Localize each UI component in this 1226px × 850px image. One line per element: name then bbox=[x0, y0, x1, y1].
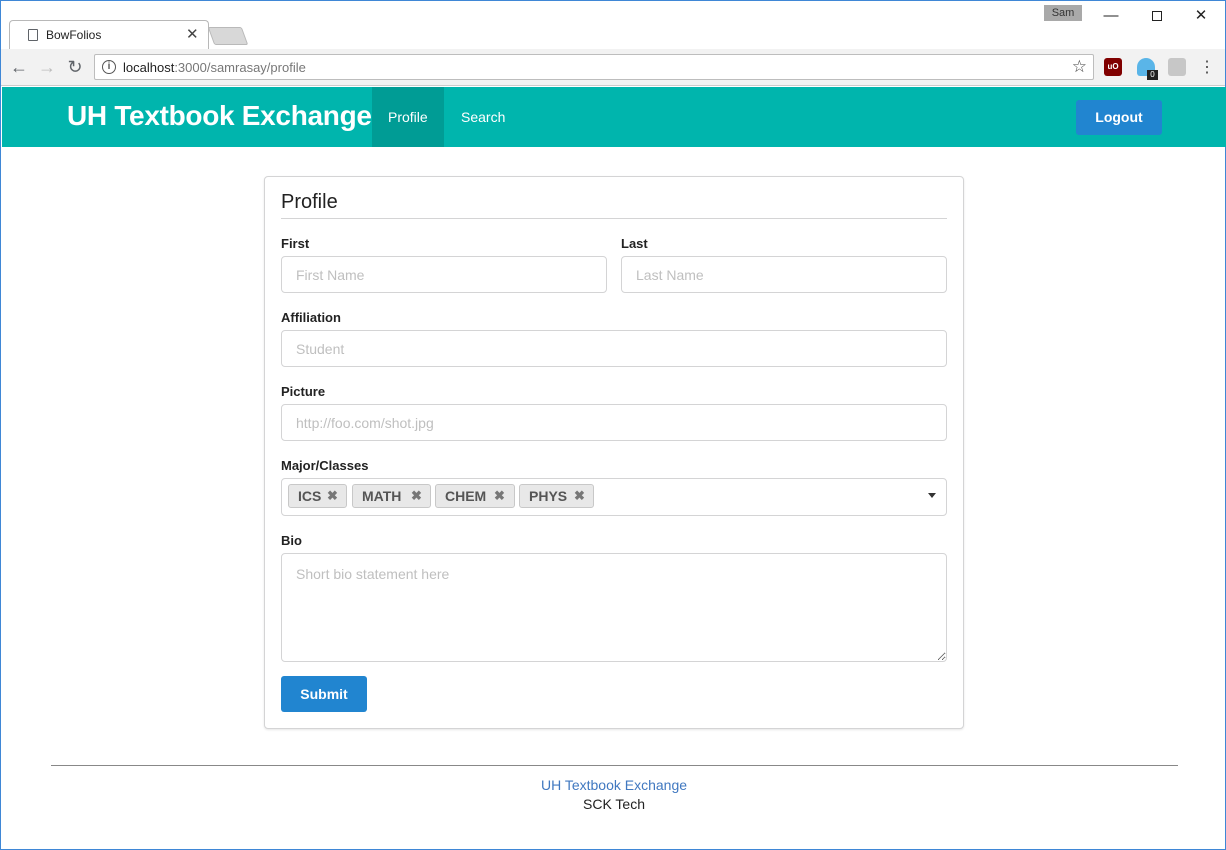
browser-profile-badge[interactable]: Sam bbox=[1044, 5, 1082, 21]
ublock-extension-icon[interactable]: uO bbox=[1104, 58, 1122, 76]
url-text: localhost:3000/samrasay/profile bbox=[123, 60, 306, 75]
app-navbar: UH Textbook Exchange Profile Search Logo… bbox=[2, 87, 1226, 147]
extension-badge-count: 0 bbox=[1147, 70, 1158, 80]
extension-icon[interactable] bbox=[1168, 58, 1186, 76]
affiliation-input[interactable] bbox=[281, 330, 947, 367]
major-chip-label: CHEM bbox=[445, 488, 487, 504]
address-bar[interactable]: i localhost:3000/samrasay/profile ☆ bbox=[94, 54, 1094, 80]
profile-form-card: Profile First Last Affiliation Picture M… bbox=[264, 176, 964, 729]
maximize-button[interactable] bbox=[1137, 4, 1177, 28]
url-host: localhost bbox=[123, 60, 175, 75]
url-path: :3000/samrasay/profile bbox=[174, 60, 306, 75]
footer-divider bbox=[51, 765, 1178, 766]
submit-button[interactable]: Submit bbox=[281, 676, 367, 712]
remove-chip-icon[interactable]: ✖ bbox=[327, 485, 338, 507]
info-icon[interactable]: i bbox=[102, 60, 116, 74]
tab-close-icon[interactable]: ✕ bbox=[186, 25, 199, 43]
picture-url-input[interactable] bbox=[281, 404, 947, 441]
footer-company: SCK Tech bbox=[583, 796, 645, 812]
bookmark-star-icon[interactable]: ☆ bbox=[1072, 57, 1087, 77]
brand-title[interactable]: UH Textbook Exchange bbox=[67, 100, 372, 132]
nav-item-profile[interactable]: Profile bbox=[372, 87, 444, 147]
first-name-label: First bbox=[281, 236, 310, 251]
nav-item-search[interactable]: Search bbox=[445, 87, 521, 147]
affiliation-label: Affiliation bbox=[281, 310, 341, 325]
browser-toolbar: ← → ↻ i localhost:3000/samrasay/profile … bbox=[1, 49, 1225, 86]
first-name-input[interactable] bbox=[281, 256, 607, 293]
majors-label: Major/Classes bbox=[281, 458, 369, 473]
logout-button[interactable]: Logout bbox=[1076, 100, 1162, 135]
major-chip[interactable]: ICS ✖ bbox=[288, 484, 347, 508]
bio-label: Bio bbox=[281, 533, 302, 548]
major-chip[interactable]: MATH ✖ bbox=[352, 484, 431, 508]
maximize-icon bbox=[1152, 11, 1162, 22]
major-chip-label: PHYS bbox=[529, 488, 568, 504]
new-tab-button[interactable] bbox=[207, 27, 249, 45]
form-title: Profile bbox=[281, 191, 338, 213]
dropdown-caret-icon[interactable] bbox=[928, 493, 936, 498]
page-icon bbox=[28, 29, 38, 41]
remove-chip-icon[interactable]: ✖ bbox=[411, 485, 422, 507]
title-divider bbox=[281, 218, 947, 219]
remove-chip-icon[interactable]: ✖ bbox=[574, 485, 585, 507]
browser-tab[interactable]: BowFolios ✕ bbox=[9, 20, 209, 49]
title-bar: BowFolios ✕ Sam — ✕ bbox=[1, 1, 1225, 49]
majors-multiselect[interactable]: ICS ✖ MATH ✖ CHEM ✖ PHYS ✖ bbox=[281, 478, 947, 516]
major-chip[interactable]: PHYS ✖ bbox=[519, 484, 594, 508]
forward-arrow-icon[interactable]: → bbox=[35, 55, 59, 79]
reload-icon[interactable]: ↻ bbox=[63, 55, 87, 79]
browser-window: BowFolios ✕ Sam — ✕ ← → ↻ i localhost:30… bbox=[0, 0, 1226, 850]
back-arrow-icon[interactable]: ← bbox=[7, 55, 31, 79]
tab-title: BowFolios bbox=[46, 28, 102, 42]
minimize-button[interactable]: — bbox=[1091, 4, 1131, 28]
major-chip[interactable]: CHEM ✖ bbox=[435, 484, 515, 508]
last-name-label: Last bbox=[621, 236, 648, 251]
footer-link[interactable]: UH Textbook Exchange bbox=[1, 777, 1226, 793]
major-chip-label: MATH bbox=[362, 488, 402, 504]
picture-label: Picture bbox=[281, 384, 326, 399]
remove-chip-icon[interactable]: ✖ bbox=[494, 485, 505, 507]
bio-textarea[interactable] bbox=[281, 553, 947, 662]
close-window-button[interactable]: ✕ bbox=[1181, 4, 1221, 28]
major-chip-label: ICS bbox=[298, 488, 322, 504]
browser-menu-icon[interactable]: ⋮ bbox=[1199, 57, 1215, 77]
last-name-input[interactable] bbox=[621, 256, 947, 293]
